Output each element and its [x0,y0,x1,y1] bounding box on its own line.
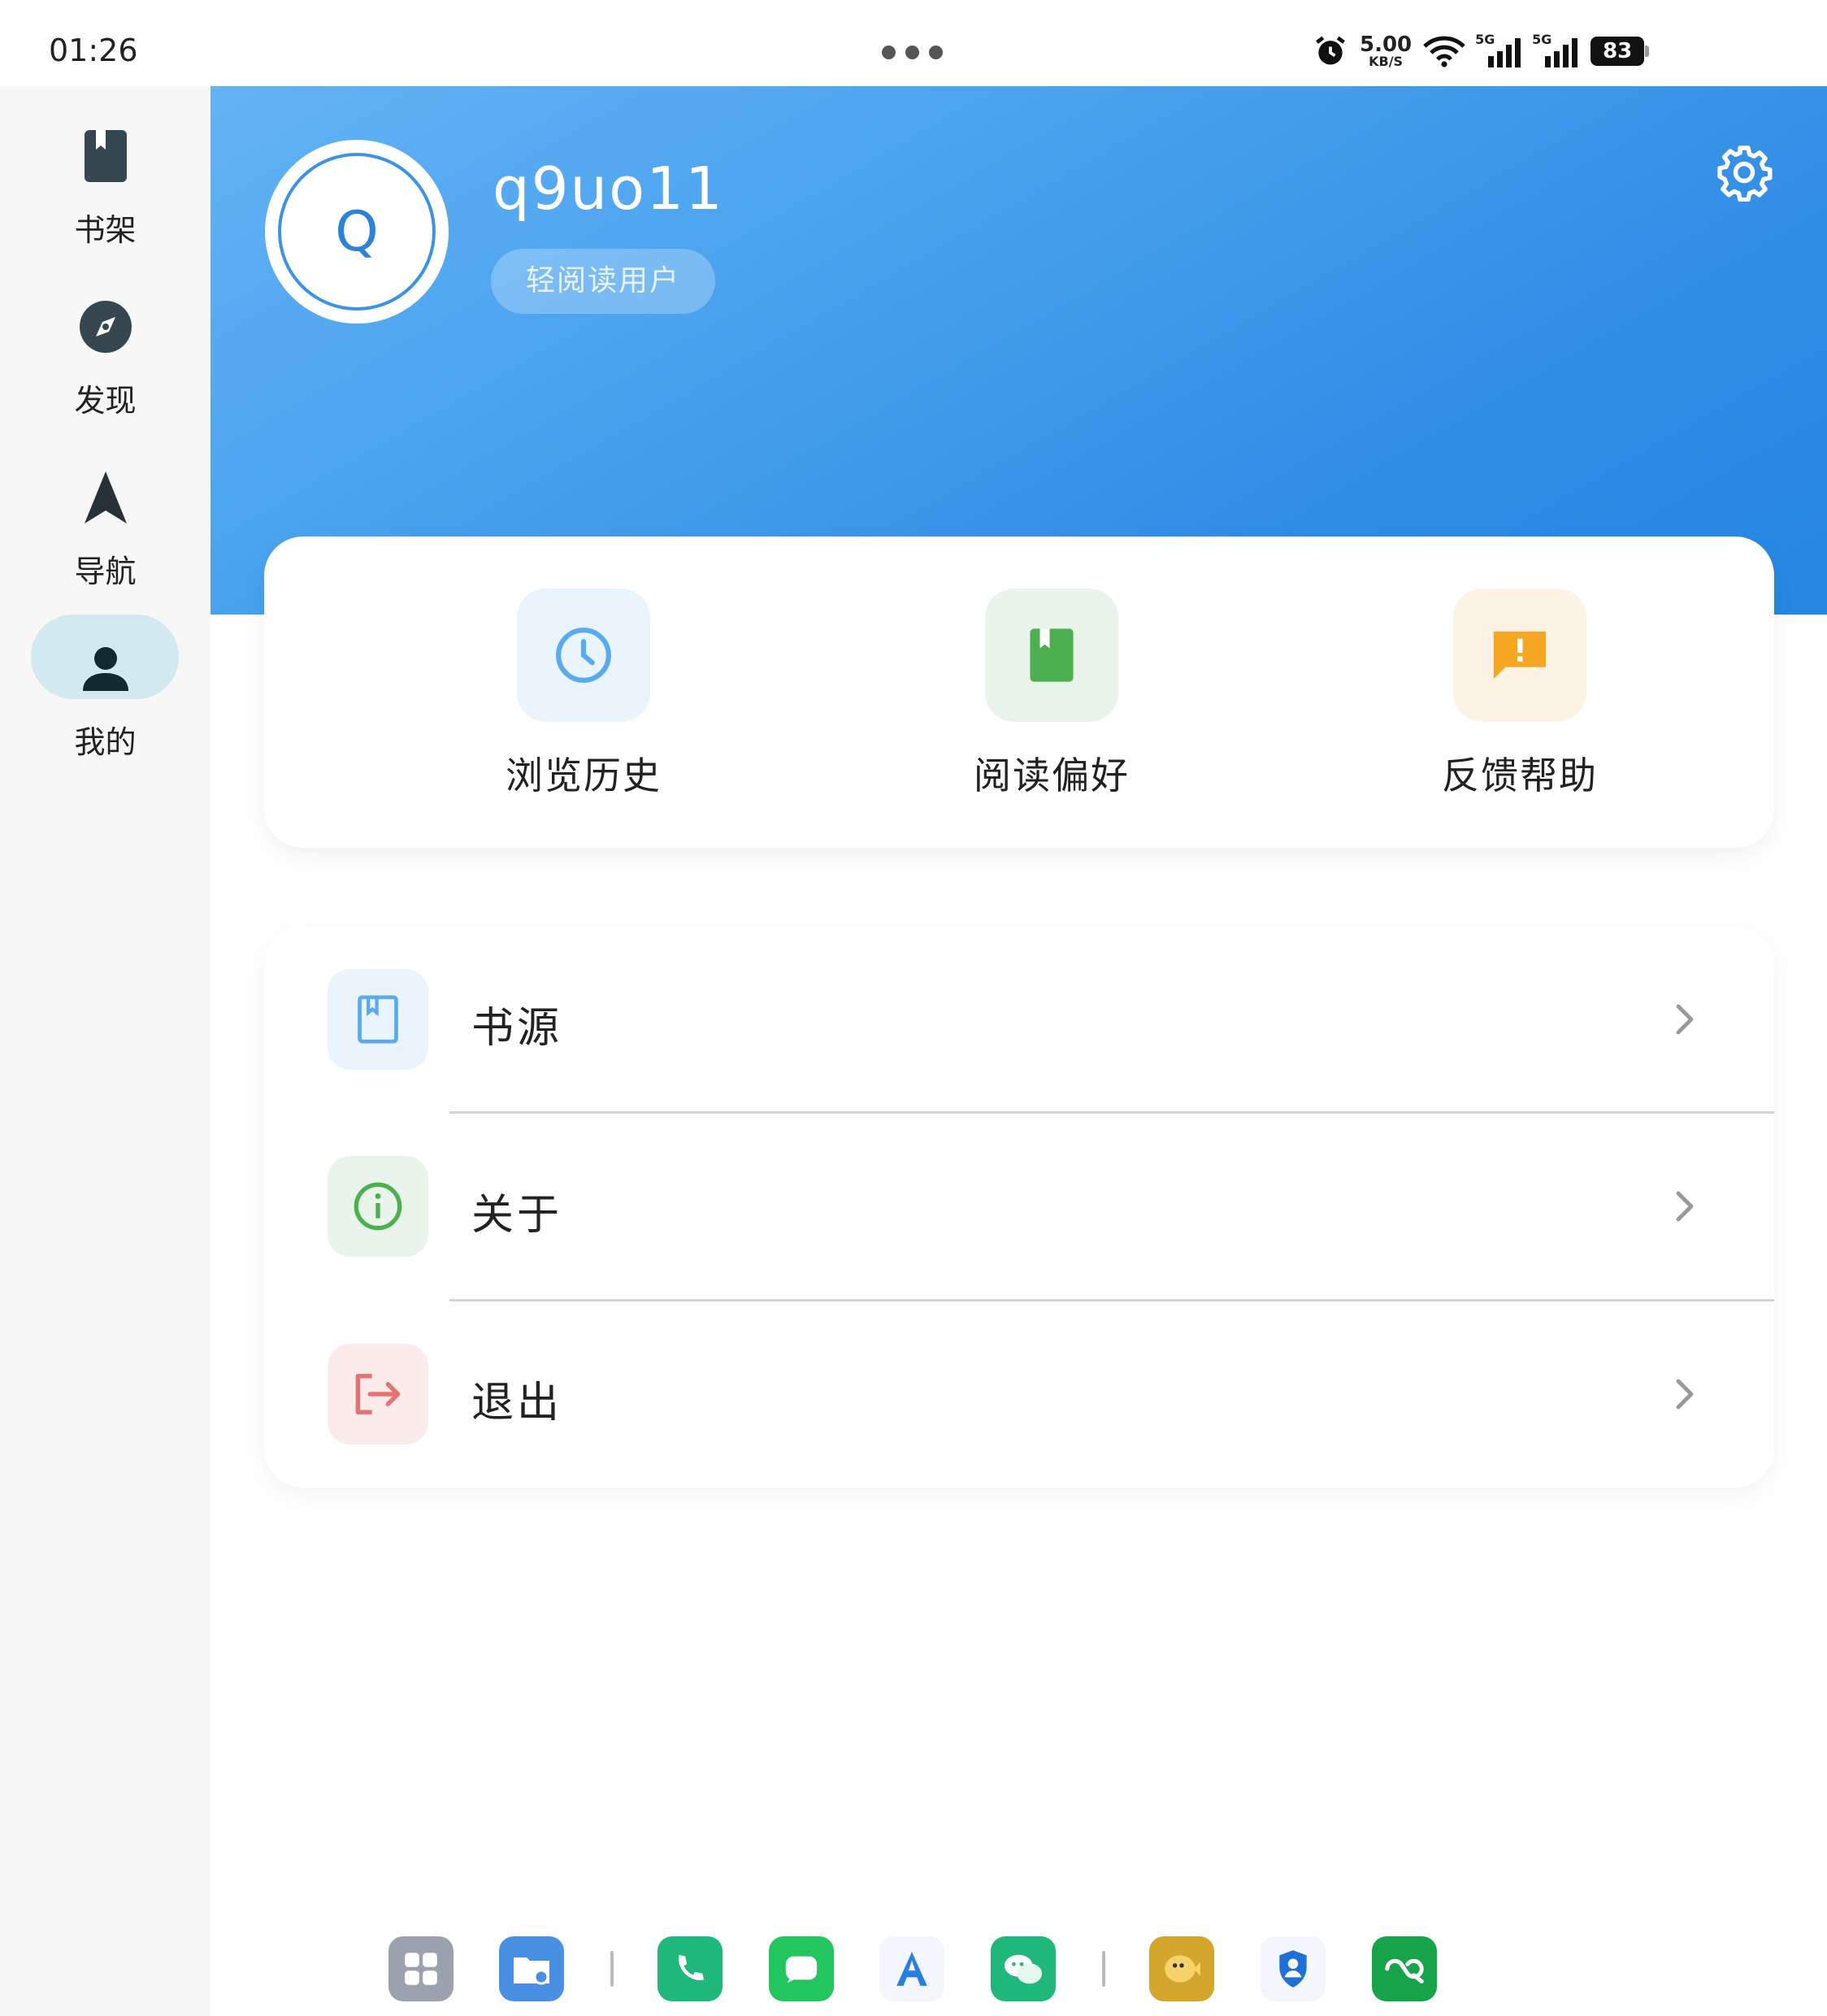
security-app-icon[interactable] [1261,1936,1326,2001]
chevron-right-icon [1676,1379,1694,1410]
menu-item-label: 退出 [471,1379,563,1427]
dock-separator [1102,1951,1105,1987]
menu-item-label: 书源 [471,1004,563,1053]
sidebar-nav: 书架 发现 导航 我的 [0,86,210,2016]
clock-icon [517,589,650,722]
sidebar-item-navigation[interactable]: 导航 [0,428,210,590]
quick-actions-card: 浏览历史 阅读偏好 反馈帮助 [264,537,1774,848]
feedback-icon [1453,589,1586,722]
user-level-badge: 轻阅读用户 [491,249,715,314]
quick-feedback-label: 反馈帮助 [1442,754,1598,797]
sidebar-item-bookshelf[interactable]: 书架 [0,86,210,249]
app-grid-icon[interactable] [388,1936,453,2001]
quick-history[interactable]: 浏览历史 [470,589,697,800]
app-store-icon[interactable] [879,1936,944,2001]
profile-header [210,86,1827,615]
navigation-arrow-icon [73,465,138,530]
info-icon [328,1156,428,1257]
avatar[interactable]: Q [265,140,449,324]
wechat-app-icon[interactable] [991,1936,1056,2001]
chevron-right-icon [1676,1191,1694,1222]
more-dots-icon[interactable] [882,46,943,59]
alarm-icon [1316,36,1345,65]
wifi-icon [1423,36,1465,67]
dock-separator [610,1951,614,1987]
person-icon [73,636,138,701]
files-app-icon[interactable] [499,1936,564,2001]
avatar-letter: Q [278,153,436,311]
book-icon [985,589,1118,722]
fish-app-icon[interactable] [1149,1936,1214,2001]
signal-icon-1: 5G [1475,32,1522,67]
sidebar-item-label: 导航 [74,554,137,589]
status-time: 01:26 [49,33,138,68]
quick-history-label: 浏览历史 [506,754,662,797]
status-bar: 01:26 5.00 KB/S 5G 5G 83 [0,0,1827,86]
quick-feedback[interactable]: 反馈帮助 [1406,589,1634,800]
username: q9uo11 [493,154,724,223]
compass-icon [73,294,138,359]
menu-item-label: 关于 [471,1191,563,1240]
book-source-icon [328,969,428,1070]
menu-item-book-source[interactable]: 书源 [264,927,1774,1114]
sidebar-item-mine[interactable]: 我的 [0,598,210,761]
net-speed: 5.00 KB/S [1360,33,1413,69]
quick-reading-preference-label: 阅读偏好 [974,754,1130,797]
sidebar-item-label: 我的 [74,724,137,760]
signal-icon-2: 5G [1532,32,1579,67]
menu-item-about[interactable]: 关于 [264,1114,1774,1301]
link-app-icon[interactable] [1372,1936,1437,2001]
bookmark-book-icon [73,124,138,189]
menu-item-logout[interactable]: 退出 [264,1301,1774,1488]
sidebar-item-discover[interactable]: 发现 [0,257,210,419]
phone-app-icon[interactable] [657,1936,723,2001]
messages-app-icon[interactable] [769,1936,834,2001]
sidebar-item-label: 发现 [74,383,137,419]
app-dock [0,1936,1827,2001]
system-indicators: 5.00 KB/S 5G 5G 83 [1313,31,1650,72]
settings-gear-icon[interactable] [1715,143,1773,202]
chevron-right-icon [1676,1004,1694,1035]
settings-menu-card: 书源 关于 退出 [264,927,1774,1488]
logout-icon [328,1344,428,1445]
sidebar-item-label: 书架 [74,212,137,248]
battery-icon: 83 [1590,37,1650,66]
quick-reading-preference[interactable]: 阅读偏好 [938,589,1165,800]
